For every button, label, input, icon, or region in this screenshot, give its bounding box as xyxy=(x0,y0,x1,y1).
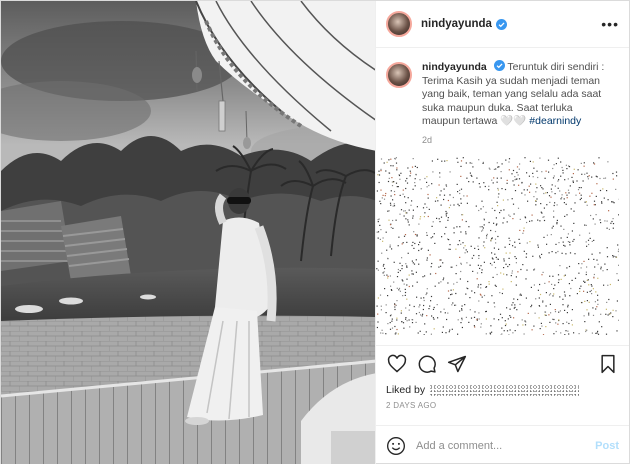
hashtag-link[interactable]: #dearnindy xyxy=(529,115,581,127)
share-icon xyxy=(447,355,467,373)
comment-bar: Post xyxy=(376,425,629,464)
caption: nindyayunda Teruntuk diri sendiri : Teri… xyxy=(376,48,629,129)
share-button[interactable] xyxy=(446,353,468,375)
action-bar xyxy=(376,344,629,383)
caption-verified-badge-icon xyxy=(493,60,505,71)
post-date: 2 DAYS AGO xyxy=(386,400,437,410)
caption-line: suka maupun duka. Saat terluka xyxy=(422,101,573,114)
like-button[interactable] xyxy=(386,353,408,375)
bookmark-icon xyxy=(601,354,615,374)
blurred-comments xyxy=(376,156,619,335)
username-link[interactable]: nindyayunda xyxy=(421,18,492,30)
comment-button[interactable] xyxy=(416,353,438,375)
heart-icon xyxy=(387,354,407,373)
comment-icon xyxy=(418,355,436,373)
liked-by-label: Liked by xyxy=(386,383,426,396)
save-button[interactable] xyxy=(597,353,619,375)
more-options-icon[interactable]: ••• xyxy=(601,16,619,32)
caption-line: Terima Kasih ya sudah menjadi teman xyxy=(422,74,601,87)
instagram-post: nindyayunda ••• nindyayunda Teruntuk dir… xyxy=(0,0,630,464)
caption-text: nindyayunda Teruntuk diri sendiri : Teri… xyxy=(422,60,604,129)
post-photo[interactable] xyxy=(1,1,375,464)
verified-badge-icon xyxy=(495,18,507,30)
post-comment-button[interactable]: Post xyxy=(595,440,619,452)
caption-avatar[interactable] xyxy=(386,62,412,88)
caption-line: yang baik, teman yang selalu ada saat xyxy=(422,88,602,100)
caption-emoji: 🤍🤍 xyxy=(500,115,527,127)
blurred-comments-noise xyxy=(376,156,619,335)
caption-line: maupun tertawa xyxy=(422,115,498,127)
smiley-icon[interactable] xyxy=(386,436,406,456)
post-side-panel: nindyayunda ••• nindyayunda Teruntuk dir… xyxy=(375,1,629,464)
caption-time-ago: 2d xyxy=(422,134,433,145)
post-header: nindyayunda ••• xyxy=(376,1,629,48)
photo-image xyxy=(1,1,375,464)
avatar[interactable] xyxy=(386,11,412,37)
likes-summary: Liked by xyxy=(376,383,629,397)
liked-by-names-blurred[interactable] xyxy=(429,383,580,396)
comment-input[interactable] xyxy=(416,439,596,452)
caption-username-link[interactable]: nindyayunda xyxy=(422,61,487,73)
caption-line: Teruntuk diri sendiri : xyxy=(507,61,605,73)
